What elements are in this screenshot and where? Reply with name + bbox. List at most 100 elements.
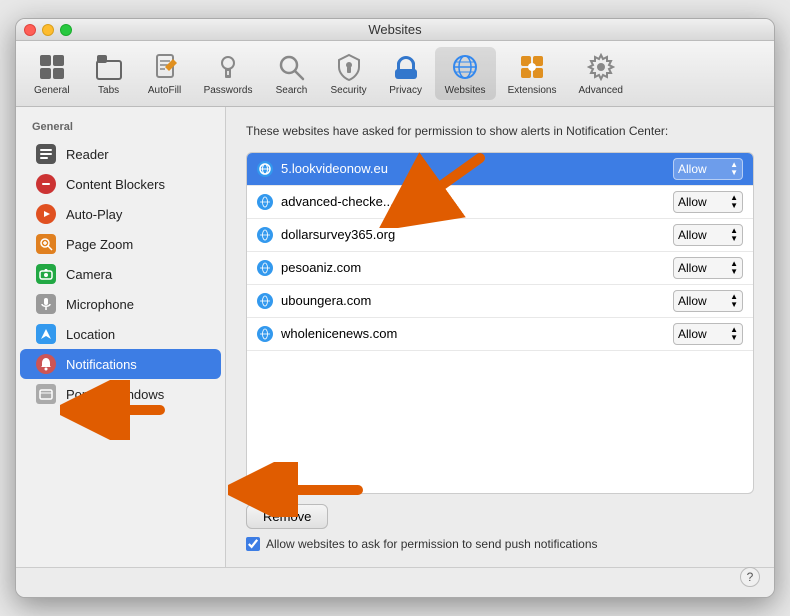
- sidebar-item-location[interactable]: Location: [20, 319, 221, 349]
- privacy-icon: [390, 51, 422, 83]
- autofill-icon: [149, 51, 181, 83]
- permission-value-4: Allow: [678, 261, 707, 275]
- toolbar-item-extensions[interactable]: Extensions: [498, 47, 567, 100]
- permission-select-1[interactable]: Allow ▲▼: [673, 158, 743, 180]
- permission-value-6: Allow: [678, 327, 707, 341]
- sidebar-item-microphone[interactable]: Microphone: [20, 289, 221, 319]
- content-blockers-icon: [36, 174, 56, 194]
- toolbar-item-passwords[interactable]: Passwords: [194, 47, 263, 100]
- extensions-icon: [516, 51, 548, 83]
- website-row-3[interactable]: dollarsurvey365.org Allow ▲▼: [247, 219, 753, 252]
- page-zoom-icon: [36, 234, 56, 254]
- toolbar-label-security: Security: [330, 85, 366, 96]
- sidebar: General Reader Content Blockers Auto-Pla…: [16, 107, 226, 567]
- security-icon: [333, 51, 365, 83]
- sidebar-label-reader: Reader: [66, 147, 109, 162]
- toolbar-label-autofill: AutoFill: [148, 85, 181, 96]
- toolbar-label-advanced: Advanced: [578, 85, 622, 96]
- sidebar-section-title: General: [16, 117, 225, 139]
- sidebar-label-location: Location: [66, 327, 115, 342]
- remove-button[interactable]: Remove: [246, 504, 328, 529]
- select-arrows-1: ▲▼: [730, 161, 738, 177]
- sidebar-label-page-zoom: Page Zoom: [66, 237, 133, 252]
- toolbar-item-general[interactable]: General: [24, 47, 80, 100]
- microphone-icon: [36, 294, 56, 314]
- website-row-2[interactable]: advanced-checke... Allow ▲▼: [247, 186, 753, 219]
- toolbar: General Tabs AutoFill Passwords Search: [16, 41, 774, 107]
- sidebar-item-notifications[interactable]: Notifications: [20, 349, 221, 379]
- permission-select-4[interactable]: Allow ▲▼: [673, 257, 743, 279]
- content-description: These websites have asked for permission…: [246, 123, 754, 140]
- toolbar-item-security[interactable]: Security: [320, 47, 376, 100]
- main-window: Websites General Tabs AutoFill Password: [15, 18, 775, 598]
- popup-windows-icon: [36, 384, 56, 404]
- sidebar-label-notifications: Notifications: [66, 357, 137, 372]
- content-area: These websites have asked for permission…: [226, 107, 774, 567]
- toolbar-label-tabs: Tabs: [98, 85, 119, 96]
- website-row-4[interactable]: pesoaniz.com Allow ▲▼: [247, 252, 753, 285]
- toolbar-item-privacy[interactable]: Privacy: [379, 47, 433, 100]
- select-arrows-2: ▲▼: [730, 194, 738, 210]
- globe-icon-2: [257, 194, 273, 210]
- website-row-5[interactable]: uboungera.com Allow ▲▼: [247, 285, 753, 318]
- main-content: General Reader Content Blockers Auto-Pla…: [16, 107, 774, 567]
- reader-icon: [36, 144, 56, 164]
- sidebar-item-auto-play[interactable]: Auto-Play: [20, 199, 221, 229]
- traffic-lights: [24, 24, 72, 36]
- sidebar-item-camera[interactable]: Camera: [20, 259, 221, 289]
- toolbar-label-extensions: Extensions: [508, 85, 557, 96]
- toolbar-item-search[interactable]: Search: [264, 47, 318, 100]
- permission-select-5[interactable]: Allow ▲▼: [673, 290, 743, 312]
- website-row-6[interactable]: wholenicenews.com Allow ▲▼: [247, 318, 753, 351]
- push-notifications-checkbox[interactable]: [246, 537, 260, 551]
- window-bottom-bar: ?: [16, 567, 774, 597]
- globe-icon-4: [257, 260, 273, 276]
- checkbox-row: Allow websites to ask for permission to …: [246, 537, 754, 551]
- toolbar-item-websites[interactable]: Websites: [435, 47, 496, 100]
- sidebar-item-reader[interactable]: Reader: [20, 139, 221, 169]
- bottom-controls: Remove Allow websites to ask for permiss…: [246, 494, 754, 551]
- permission-value-1: Allow: [678, 162, 707, 176]
- sidebar-item-page-zoom[interactable]: Page Zoom: [20, 229, 221, 259]
- minimize-button[interactable]: [42, 24, 54, 36]
- help-button[interactable]: ?: [740, 567, 760, 587]
- tabs-icon: [93, 51, 125, 83]
- permission-select-6[interactable]: Allow ▲▼: [673, 323, 743, 345]
- permission-select-2[interactable]: Allow ▲▼: [673, 191, 743, 213]
- close-button[interactable]: [24, 24, 36, 36]
- passwords-icon: [212, 51, 244, 83]
- toolbar-item-autofill[interactable]: AutoFill: [138, 47, 192, 100]
- globe-icon-1: [257, 161, 273, 177]
- search-icon: [275, 51, 307, 83]
- select-arrows-4: ▲▼: [730, 260, 738, 276]
- sidebar-label-auto-play: Auto-Play: [66, 207, 122, 222]
- toolbar-item-tabs[interactable]: Tabs: [82, 47, 136, 100]
- website-row-1[interactable]: 5.lookvideonow.eu Allow ▲▼: [247, 153, 753, 186]
- sidebar-label-content-blockers: Content Blockers: [66, 177, 165, 192]
- sidebar-label-camera: Camera: [66, 267, 112, 282]
- toolbar-label-websites: Websites: [445, 85, 486, 96]
- title-bar: Websites: [16, 19, 774, 41]
- location-icon: [36, 324, 56, 344]
- sidebar-item-content-blockers[interactable]: Content Blockers: [20, 169, 221, 199]
- permission-value-3: Allow: [678, 228, 707, 242]
- general-icon: [36, 51, 68, 83]
- toolbar-item-advanced[interactable]: Advanced: [568, 47, 632, 100]
- globe-icon-6: [257, 326, 273, 342]
- sidebar-item-popup-windows[interactable]: Pop-up Windows: [20, 379, 221, 409]
- globe-icon-5: [257, 293, 273, 309]
- maximize-button[interactable]: [60, 24, 72, 36]
- toolbar-label-search: Search: [276, 85, 308, 96]
- push-notifications-label: Allow websites to ask for permission to …: [266, 537, 598, 551]
- select-arrows-3: ▲▼: [730, 227, 738, 243]
- website-name-2: advanced-checke...: [281, 194, 665, 209]
- permission-value-2: Allow: [678, 195, 707, 209]
- toolbar-label-passwords: Passwords: [204, 85, 253, 96]
- permission-select-3[interactable]: Allow ▲▼: [673, 224, 743, 246]
- website-name-4: pesoaniz.com: [281, 260, 665, 275]
- camera-icon: [36, 264, 56, 284]
- toolbar-label-general: General: [34, 85, 70, 96]
- sidebar-label-popup-windows: Pop-up Windows: [66, 387, 164, 402]
- website-name-6: wholenicenews.com: [281, 326, 665, 341]
- website-name-3: dollarsurvey365.org: [281, 227, 665, 242]
